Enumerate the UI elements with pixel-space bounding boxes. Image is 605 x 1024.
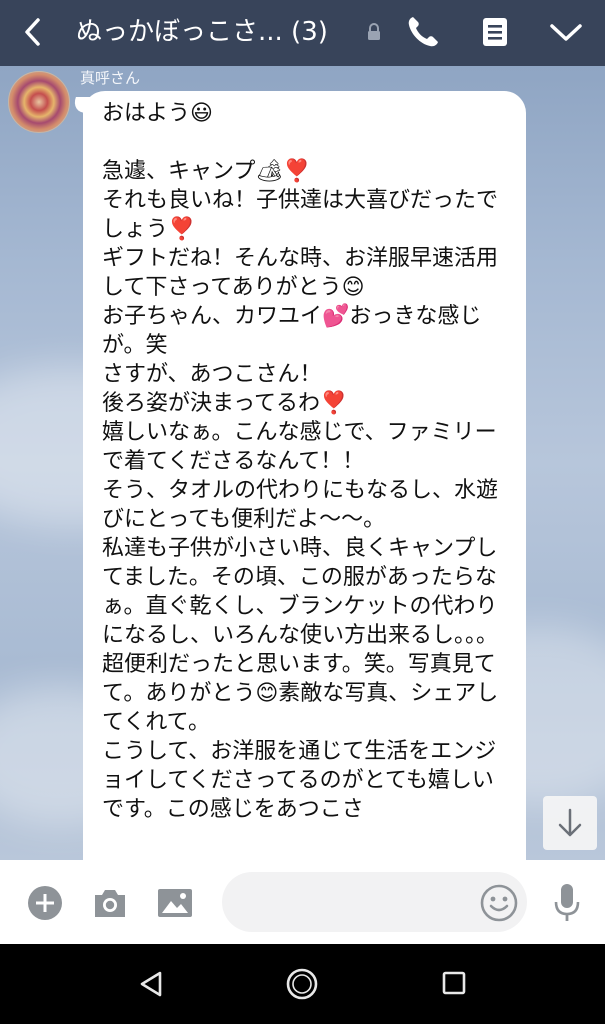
phone-icon[interactable] xyxy=(405,14,441,50)
lock-icon xyxy=(368,23,380,40)
back-icon[interactable] xyxy=(18,14,48,50)
scroll-down-button[interactable] xyxy=(543,796,597,850)
chat-title[interactable]: ぬっかぼっこさ... (3) xyxy=(76,14,328,50)
nav-back-icon[interactable] xyxy=(136,969,166,999)
avatar[interactable] xyxy=(8,71,70,133)
microphone-icon[interactable] xyxy=(552,882,582,924)
chat-screen: ぬっかぼっこさ... (3) 真呼さん おはよう😃 急遽、キャンプ🏕❣️ それも… xyxy=(0,0,605,1024)
message-bubble[interactable]: おはよう😃 急遽、キャンプ🏕❣️ それも良いね！子供達は大喜びだったでしょう❣️… xyxy=(83,91,526,860)
chat-header: ぬっかぼっこさ... (3) xyxy=(0,0,605,66)
sender-name: 真呼さん xyxy=(80,69,141,87)
chevron-down-icon[interactable] xyxy=(548,18,584,46)
notes-icon[interactable] xyxy=(480,14,510,50)
plus-circle-icon[interactable] xyxy=(27,885,63,921)
emoji-icon[interactable] xyxy=(480,884,518,922)
chat-area[interactable]: 真呼さん おはよう😃 急遽、キャンプ🏕❣️ それも良いね！子供達は大喜びだったで… xyxy=(0,66,605,860)
message-text: おはよう😃 急遽、キャンプ🏕❣️ それも良いね！子供達は大喜びだったでしょう❣️… xyxy=(102,101,499,822)
nav-recent-apps-icon[interactable] xyxy=(440,969,468,997)
nav-home-icon[interactable] xyxy=(284,966,320,1002)
system-nav-bar xyxy=(0,944,605,1024)
input-bar xyxy=(0,860,605,944)
image-icon[interactable] xyxy=(156,886,194,920)
camera-icon[interactable] xyxy=(92,886,128,920)
